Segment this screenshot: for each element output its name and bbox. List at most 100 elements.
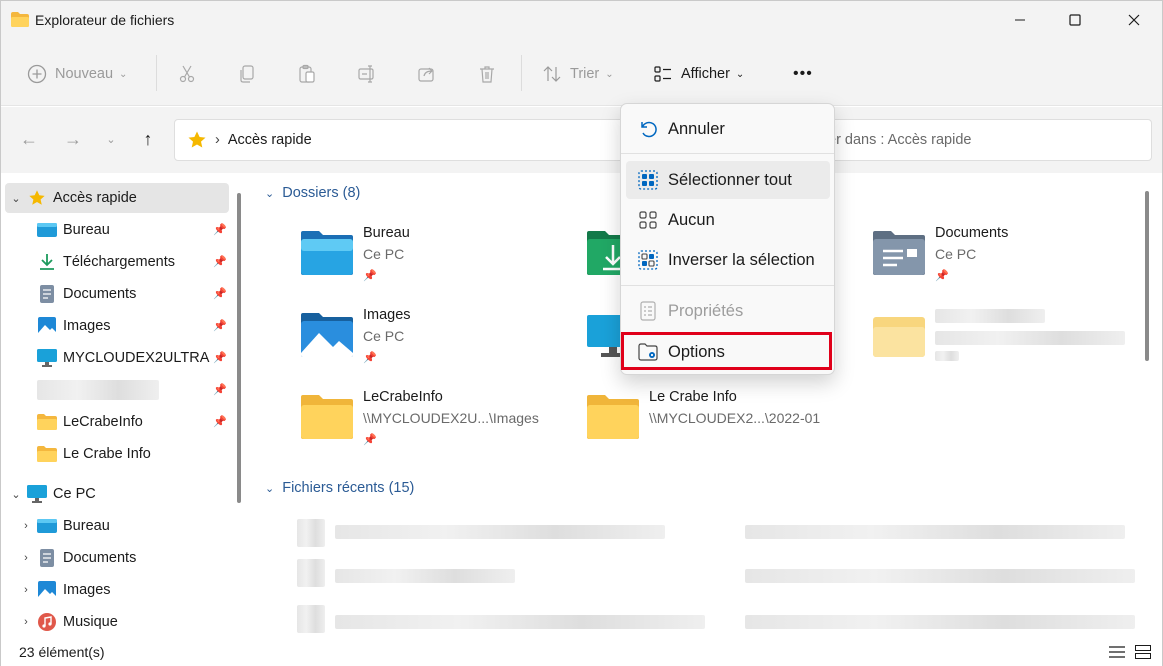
folder-tile-lecrabeinfo[interactable]: LeCrabeInfo \\MYCLOUDEX2U...\Images 📌 <box>299 385 569 457</box>
minimize-button[interactable] <box>997 1 1043 39</box>
menu-item-select-all[interactable]: Sélectionner tout <box>626 161 830 199</box>
more-options-menu: Annuler Sélectionner tout Aucun Inverser… <box>620 103 835 375</box>
tile-name: Bureau <box>363 225 410 241</box>
details-view-button[interactable] <box>1107 643 1127 661</box>
menu-item-select-none[interactable]: Aucun <box>626 201 830 239</box>
monitor-icon <box>37 348 57 368</box>
sidebar-item-lecrabeinfo[interactable]: LeCrabeInfo 📌 <box>37 407 229 437</box>
maximize-button[interactable] <box>1052 1 1098 39</box>
sidebar-item-pc-bureau[interactable]: › Bureau <box>15 511 229 541</box>
window-title: Explorateur de fichiers <box>35 12 175 28</box>
back-button[interactable]: ← <box>15 125 43 153</box>
sidebar-item-pc-images[interactable]: › Images <box>15 575 229 605</box>
chevron-right-icon[interactable]: › <box>15 552 37 564</box>
tile-location: Ce PC <box>363 246 405 262</box>
sidebar-item-images[interactable]: Images 📌 <box>37 311 229 341</box>
sidebar-item-pc-musique[interactable]: › Musique <box>15 607 229 637</box>
document-icon <box>37 284 57 304</box>
view-label: Afficher <box>681 66 730 82</box>
sort-icon <box>543 66 561 82</box>
folder-tile-images[interactable]: Images Ce PC 📌 <box>299 303 569 375</box>
select-none-icon <box>639 211 657 229</box>
sidebar-item-mycloudex2ultra[interactable]: MYCLOUDEX2ULTRA 📌 <box>37 343 229 373</box>
tile-location: Ce PC <box>935 246 977 262</box>
sidebar-item-label: Musique <box>63 614 118 630</box>
arrow-up-icon: ↑ <box>143 128 153 149</box>
sidebar-item-quick-access[interactable]: ⌄ Accès rapide <box>5 183 229 213</box>
breadcrumb-current[interactable]: Accès rapide <box>228 132 312 148</box>
chevron-down-icon: ⌄ <box>119 68 128 80</box>
copy-button[interactable] <box>237 59 257 89</box>
recent-file-name[interactable] <box>335 615 705 629</box>
blurred-label <box>37 380 159 400</box>
view-button[interactable]: Afficher ⌄ <box>653 59 744 89</box>
plus-circle-icon <box>27 64 47 84</box>
recent-locations-button[interactable]: ⌄ <box>97 125 125 153</box>
recent-header-label: Fichiers récents (15) <box>282 480 415 496</box>
folder-icon <box>587 395 639 439</box>
new-label: Nouveau <box>55 66 114 82</box>
menu-item-label: Propriétés <box>668 301 744 320</box>
breadcrumb-separator: › <box>215 132 220 148</box>
chevron-right-icon[interactable]: › <box>15 520 37 532</box>
chevron-right-icon[interactable]: › <box>15 616 37 628</box>
sidebar-item-label: Images <box>63 582 111 598</box>
sidebar-item-pc-documents[interactable]: › Documents <box>15 543 229 573</box>
tiles-view-button[interactable] <box>1133 643 1153 661</box>
menu-item-undo[interactable]: Annuler <box>626 110 830 148</box>
menu-item-label: Inverser la sélection <box>668 250 815 269</box>
folder-tile-documents[interactable]: Documents Ce PC 📌 <box>871 221 1141 293</box>
sidebar-scrollbar[interactable] <box>237 193 241 503</box>
up-button[interactable]: ↑ <box>134 125 162 153</box>
share-button[interactable] <box>417 59 437 89</box>
chevron-down-icon[interactable]: ⌄ <box>5 488 27 501</box>
recent-file-icon <box>297 605 325 633</box>
search-input[interactable]: er dans : Accès rapide <box>791 119 1152 161</box>
menu-item-label: Annuler <box>668 119 725 138</box>
arrow-left-icon: ← <box>20 128 38 149</box>
sidebar-item-telechargements[interactable]: Téléchargements 📌 <box>37 247 229 277</box>
sidebar-item-label: Bureau <box>63 518 110 534</box>
trash-icon <box>480 66 494 83</box>
pin-icon: 📌 <box>213 384 227 396</box>
delete-button[interactable] <box>477 59 497 89</box>
sidebar-item-label: MYCLOUDEX2ULTRA <box>63 350 210 366</box>
properties-icon <box>640 301 656 321</box>
view-list-icon <box>654 66 671 82</box>
sidebar-item-ce-pc[interactable]: ⌄ Ce PC <box>5 479 229 509</box>
menu-separator <box>621 285 834 286</box>
sidebar-item-le-crabe-info[interactable]: Le Crabe Info <box>37 439 229 469</box>
content-scrollbar[interactable] <box>1145 191 1149 361</box>
close-button[interactable] <box>1111 1 1157 39</box>
paste-icon <box>299 64 315 83</box>
sort-button[interactable]: Trier ⌄ <box>542 59 614 89</box>
sidebar-item-label: Téléchargements <box>63 254 176 270</box>
sidebar-item-documents[interactable]: Documents 📌 <box>37 279 229 309</box>
tile-name: Documents <box>935 225 1009 241</box>
sidebar-item-bureau[interactable]: Bureau 📌 <box>37 215 229 245</box>
recent-file-location <box>745 615 1135 629</box>
forward-button[interactable]: → <box>59 125 87 153</box>
paste-button[interactable] <box>297 59 317 89</box>
folder-icon <box>37 412 57 432</box>
more-button[interactable]: ••• <box>793 59 813 89</box>
cut-button[interactable] <box>177 59 197 89</box>
picture-icon <box>37 316 57 336</box>
rename-button[interactable] <box>357 59 377 89</box>
menu-item-invert-selection[interactable]: Inverser la sélection <box>626 241 830 279</box>
chevron-down-icon[interactable]: ⌄ <box>5 192 27 205</box>
menu-item-properties[interactable]: Propriétés <box>626 292 830 330</box>
recent-file-name[interactable] <box>335 569 515 583</box>
sidebar-item-label: Accès rapide <box>53 190 137 206</box>
recent-file-name[interactable] <box>335 525 665 539</box>
folder-tile-bureau[interactable]: Bureau Ce PC 📌 <box>299 221 569 293</box>
folder-tile-blurred[interactable] <box>871 303 1141 375</box>
folder-tile-le-crabe-info[interactable]: Le Crabe Info \\MYCLOUDEX2...\2022-01 <box>585 385 855 457</box>
sidebar-item-blurred[interactable]: 📌 <box>37 375 229 405</box>
chevron-right-icon[interactable]: › <box>15 584 37 596</box>
blurred-pin <box>935 351 959 361</box>
folders-section-header[interactable]: ⌄ Dossiers (8) <box>265 185 360 201</box>
recent-section-header[interactable]: ⌄ Fichiers récents (15) <box>265 480 414 496</box>
pin-icon: 📌 <box>363 270 377 282</box>
new-button[interactable]: Nouveau ⌄ <box>27 59 127 89</box>
